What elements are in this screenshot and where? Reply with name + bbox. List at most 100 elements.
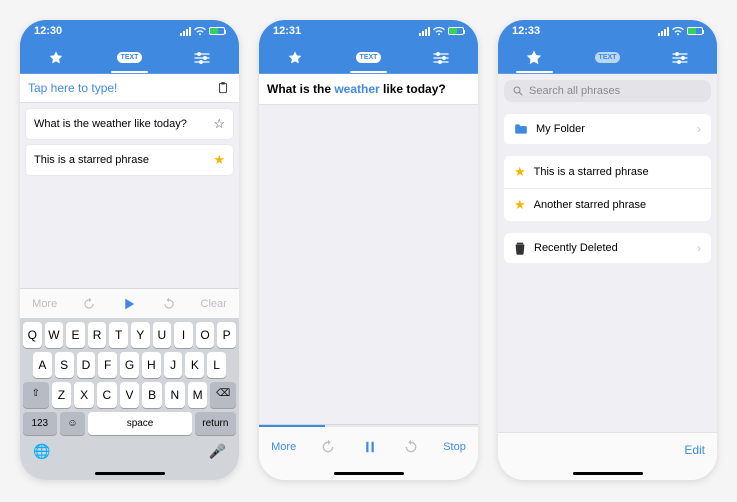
key[interactable]: Y: [131, 322, 150, 348]
mic-icon[interactable]: 🎤: [209, 443, 226, 460]
text-icon: TEXT: [356, 52, 382, 63]
edit-button[interactable]: Edit: [684, 443, 705, 457]
home-indicator: [498, 466, 717, 480]
speech-prefix: What is the: [267, 82, 334, 96]
screen-speak: 12:31 TEXT What is the weather like toda…: [259, 20, 478, 480]
trash-icon: [514, 241, 526, 255]
key[interactable]: R: [88, 322, 107, 348]
type-input[interactable]: [28, 81, 215, 95]
tab-star[interactable]: [498, 42, 570, 73]
starred-text: This is a starred phrase: [534, 166, 649, 178]
status-time: 12:31: [273, 25, 301, 37]
home-indicator: [20, 466, 239, 480]
num-key[interactable]: 123: [23, 412, 57, 435]
status-icons: [658, 27, 703, 36]
key[interactable]: N: [165, 382, 185, 408]
folder-icon: [514, 123, 528, 135]
shift-key[interactable]: ⇧: [23, 382, 49, 408]
key[interactable]: F: [98, 352, 117, 378]
more-button[interactable]: More: [271, 441, 296, 453]
key[interactable]: J: [164, 352, 183, 378]
top-nav: TEXT: [20, 42, 239, 74]
forward-icon[interactable]: [403, 439, 419, 455]
key[interactable]: Z: [52, 382, 72, 408]
status-icons: [180, 27, 225, 36]
folder-row[interactable]: My Folder ›: [504, 114, 711, 144]
return-key[interactable]: return: [195, 412, 236, 435]
battery-icon: [209, 27, 225, 35]
next-icon[interactable]: [162, 297, 176, 311]
key[interactable]: A: [33, 352, 52, 378]
key[interactable]: K: [185, 352, 204, 378]
tab-text[interactable]: TEXT: [571, 42, 643, 73]
tab-settings[interactable]: [166, 42, 238, 73]
paste-icon[interactable]: [215, 80, 231, 96]
deleted-label: Recently Deleted: [534, 242, 618, 254]
key[interactable]: S: [55, 352, 74, 378]
starred-row[interactable]: ★ Another starred phrase: [504, 189, 711, 221]
tab-text[interactable]: TEXT: [332, 42, 404, 73]
search-field[interactable]: Search all phrases: [504, 80, 711, 102]
star-filled-icon: ★: [514, 197, 526, 213]
key[interactable]: T: [109, 322, 128, 348]
tab-star[interactable]: [20, 42, 92, 73]
progress-bar[interactable]: [259, 425, 478, 427]
phrase-row[interactable]: What is the weather like today? ☆: [26, 109, 233, 139]
globe-icon[interactable]: 🌐: [33, 443, 50, 460]
key[interactable]: X: [74, 382, 94, 408]
battery-icon: [448, 27, 464, 35]
key[interactable]: P: [217, 322, 236, 348]
tab-settings[interactable]: [405, 42, 477, 73]
key[interactable]: D: [77, 352, 96, 378]
signal-icon: [180, 27, 191, 36]
key[interactable]: M: [188, 382, 208, 408]
pause-icon[interactable]: [361, 438, 379, 456]
key[interactable]: W: [45, 322, 64, 348]
tab-star[interactable]: [259, 42, 331, 73]
key[interactable]: C: [97, 382, 117, 408]
clear-button[interactable]: Clear: [201, 298, 227, 310]
key[interactable]: I: [174, 322, 193, 348]
space-key[interactable]: space: [88, 412, 191, 435]
wifi-icon: [433, 27, 445, 36]
key[interactable]: E: [66, 322, 85, 348]
stop-button[interactable]: Stop: [443, 441, 466, 453]
tab-settings[interactable]: [644, 42, 716, 73]
key[interactable]: B: [142, 382, 162, 408]
screen-type: 12:30 TEXT What is the weather like toda…: [20, 20, 239, 480]
home-indicator: [259, 466, 478, 480]
signal-icon: [658, 27, 669, 36]
battery-icon: [687, 27, 703, 35]
phrase-text: This is a starred phrase: [34, 154, 149, 166]
search-icon: [512, 85, 524, 97]
play-bar: More Clear: [20, 288, 239, 318]
status-icons: [419, 27, 464, 36]
key[interactable]: G: [120, 352, 139, 378]
type-bar: [20, 74, 239, 103]
starred-section: ★ This is a starred phrase ★ Another sta…: [504, 156, 711, 221]
text-icon: TEXT: [595, 52, 621, 63]
phrase-text: What is the weather like today?: [34, 118, 187, 130]
key[interactable]: Q: [23, 322, 42, 348]
phrase-row[interactable]: This is a starred phrase ★: [26, 145, 233, 175]
key[interactable]: U: [153, 322, 172, 348]
backspace-key[interactable]: ⌫: [210, 382, 236, 408]
starred-row[interactable]: ★ This is a starred phrase: [504, 156, 711, 189]
more-button[interactable]: More: [32, 298, 57, 310]
star-outline-icon[interactable]: ☆: [213, 116, 225, 132]
key[interactable]: O: [196, 322, 215, 348]
key[interactable]: V: [120, 382, 140, 408]
folder-section: My Folder ›: [504, 114, 711, 144]
edit-bar: Edit: [498, 432, 717, 466]
deleted-row[interactable]: Recently Deleted ›: [504, 233, 711, 263]
starred-text: Another starred phrase: [534, 199, 647, 211]
play-icon[interactable]: [120, 295, 138, 313]
tab-text[interactable]: TEXT: [93, 42, 165, 73]
key[interactable]: L: [207, 352, 226, 378]
emoji-key[interactable]: ☺: [60, 412, 86, 435]
rewind-icon[interactable]: [320, 439, 336, 455]
phrase-list: What is the weather like today? ☆ This i…: [20, 103, 239, 187]
prev-icon[interactable]: [82, 297, 96, 311]
star-filled-icon[interactable]: ★: [213, 152, 225, 168]
key[interactable]: H: [142, 352, 161, 378]
